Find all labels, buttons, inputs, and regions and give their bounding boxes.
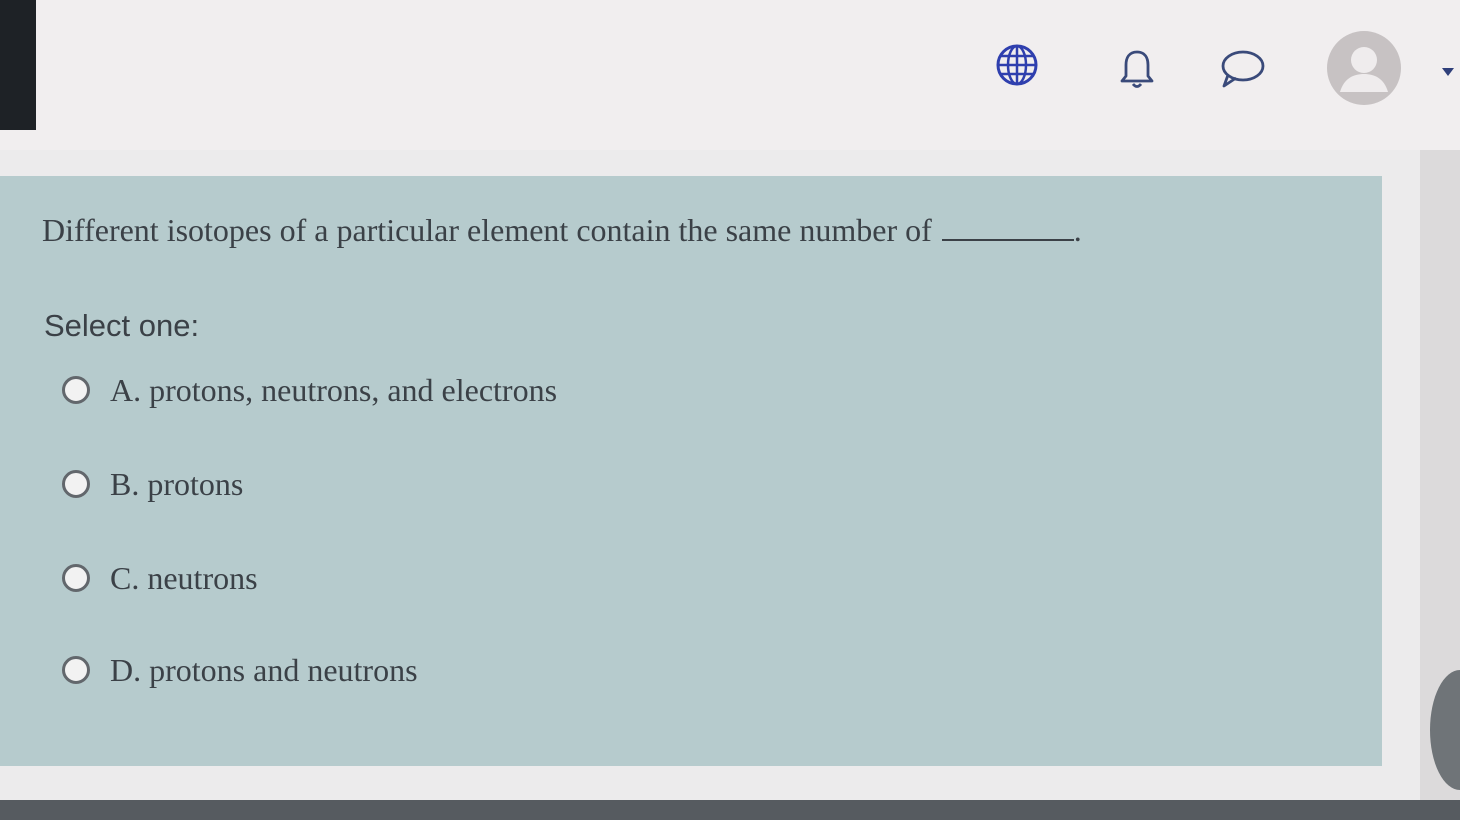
option-c-label: C. neutrons — [110, 559, 258, 596]
question-text: Different isotopes of a particular eleme… — [42, 212, 1082, 249]
option-a-label: A. protons, neutrons, and electrons — [110, 371, 558, 408]
question-text-suffix: . — [1073, 212, 1082, 248]
option-c[interactable]: C. neutrons — [62, 556, 258, 600]
globe-icon[interactable] — [994, 42, 1040, 88]
select-one-label: Select one: — [44, 308, 200, 343]
option-b[interactable]: B. protons — [62, 462, 243, 506]
chat-icon[interactable] — [1216, 46, 1268, 92]
sidebar-edge — [0, 0, 36, 130]
option-b-label: B. protons — [110, 465, 244, 502]
radio-a[interactable] — [62, 376, 90, 404]
option-a[interactable]: A. protons, neutrons, and electrons — [62, 368, 557, 412]
answer-blank — [941, 215, 1074, 241]
radio-c[interactable] — [62, 564, 90, 592]
user-avatar-icon[interactable] — [1326, 30, 1402, 106]
bottom-bar — [0, 800, 1460, 820]
option-d[interactable]: D. protons and neutrons — [62, 648, 418, 692]
caret-down-icon[interactable] — [1436, 60, 1460, 84]
radio-d[interactable] — [62, 656, 90, 684]
bell-icon[interactable] — [1114, 46, 1160, 92]
option-d-label: D. protons and neutrons — [110, 651, 418, 688]
quiz-page: Different isotopes of a particular eleme… — [0, 0, 1460, 820]
question-text-body: Different isotopes of a particular eleme… — [42, 212, 932, 248]
radio-b[interactable] — [62, 470, 90, 498]
top-navbar — [0, 0, 1460, 150]
